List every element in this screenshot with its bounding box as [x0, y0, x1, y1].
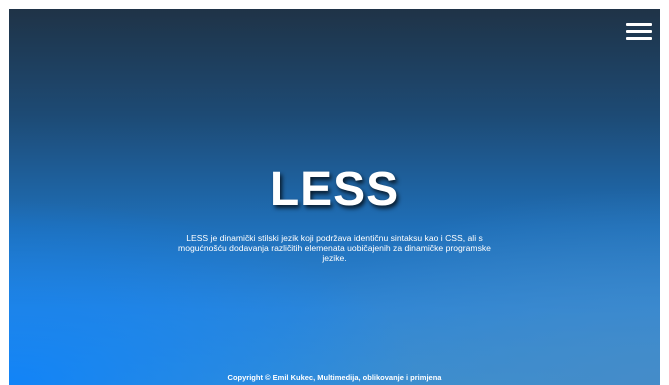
hamburger-menu-icon[interactable]: [626, 22, 652, 42]
menu-line: [626, 37, 652, 40]
hero-description: LESS je dinamički stilski jezik koji pod…: [178, 233, 491, 263]
hero-title: LESS: [269, 163, 400, 216]
menu-line: [626, 30, 652, 33]
page-background: LESS LESS je dinamički stilski jezik koj…: [9, 9, 660, 385]
footer-copyright: Copyright © Emil Kukec, Multimedija, obl…: [227, 373, 442, 382]
menu-line: [626, 23, 652, 26]
